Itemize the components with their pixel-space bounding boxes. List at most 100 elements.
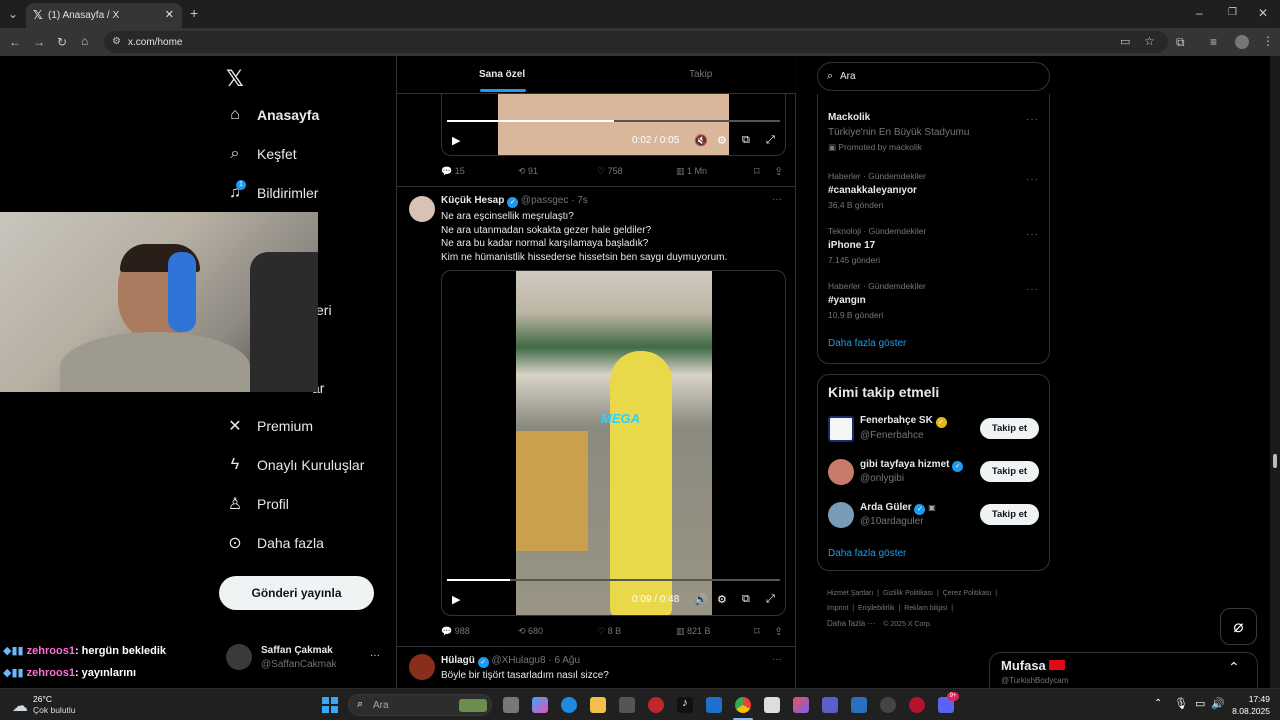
footer-link[interactable]: Hizmet Şartları	[827, 590, 873, 597]
obs-icon[interactable]	[880, 697, 896, 713]
tweet1-fullscreen-icon[interactable]: ⤢	[766, 134, 775, 147]
site-info-icon[interactable]: ⚙	[112, 35, 121, 49]
teams-icon[interactable]	[822, 697, 838, 713]
gibi-avatar[interactable]	[828, 459, 854, 485]
tweet2-pip-icon[interactable]: ⧉	[742, 593, 750, 606]
follow-button[interactable]: Takip et	[980, 418, 1039, 439]
trend-item[interactable]: Haberler · Gündemdekiler #canakkaleyanıy…	[828, 171, 1043, 210]
url-field[interactable]: ⚙ x.com/home ▭ ☆	[104, 31, 1168, 53]
discord-icon[interactable]: 9+	[938, 692, 959, 713]
tweet1-repost[interactable]: ⟲ 91	[518, 166, 538, 177]
taskbar-search[interactable]: ⌕ Ara	[348, 694, 492, 716]
fenerbahce-avatar[interactable]	[828, 416, 854, 442]
bookmark-star-icon[interactable]: ☆	[1144, 34, 1155, 48]
tray-overflow-icon[interactable]: ⌃	[1154, 698, 1162, 709]
scrollbar-thumb[interactable]	[1273, 454, 1277, 468]
messages-drawer[interactable]: Mufasa @TurkishBodycam ⌃	[989, 652, 1258, 688]
tweet2-progress-track[interactable]	[447, 579, 780, 581]
footer-link[interactable]: Erişilebilirlik	[858, 605, 895, 612]
grok-icon[interactable]: ⌀	[1220, 608, 1257, 645]
tweet2-share-icon[interactable]: ⇪	[774, 625, 783, 638]
nav-premium[interactable]: ✕ Premium	[226, 414, 313, 438]
tab-close-icon[interactable]: ✕	[165, 8, 174, 21]
trend-more-icon[interactable]: ···	[1026, 174, 1039, 185]
nav-verified-orgs[interactable]: ϟ Onaylı Kuruluşlar	[226, 453, 365, 477]
tweet1-play-icon[interactable]: ▶	[452, 134, 460, 147]
nav-explore[interactable]: ⌕ Keşfet	[226, 142, 297, 166]
footer-link[interactable]: Imprint	[827, 605, 848, 612]
menu-icon[interactable]: ⋮	[1262, 34, 1274, 48]
trend-item[interactable]: Teknoloji · Gündemdekiler iPhone 17 7.14…	[828, 226, 1043, 265]
tweet1-settings-icon[interactable]: ⚙	[717, 134, 727, 147]
reload-icon[interactable]: ↻	[57, 35, 67, 49]
trend-item[interactable]: Haberler · Gündemdekiler #yangın 10,9 B …	[828, 281, 1043, 320]
page-scrollbar[interactable]	[1270, 56, 1280, 688]
tweet3-time[interactable]: 6 Ağu	[554, 655, 580, 666]
arda-guler-avatar[interactable]	[828, 502, 854, 528]
taskbar-search-input[interactable]: Ara	[373, 700, 389, 711]
tweet2-fullscreen-icon[interactable]: ⤢	[766, 593, 775, 606]
tweet3-handle[interactable]: @XHulagu8	[491, 655, 545, 666]
browser-tab[interactable]: 𝕏 (1) Anasayfa / X ✕	[26, 3, 182, 28]
nav-profile[interactable]: ♙ Profil	[226, 492, 289, 516]
follow-show-more-link[interactable]: Daha fazla göster	[828, 548, 906, 559]
footer-link[interactable]: Gizlilik Politikası	[883, 590, 933, 597]
edge-icon[interactable]	[561, 697, 577, 713]
nav-notifications[interactable]: ♫ 1 Bildirimler	[226, 180, 318, 205]
nav-home[interactable]: ⌂ Anasayfa	[226, 103, 319, 127]
follow-button[interactable]: Takip et	[980, 504, 1039, 525]
file-explorer-icon[interactable]	[590, 697, 606, 713]
red-app-icon[interactable]	[909, 697, 925, 713]
weather-cloud-icon[interactable]: ☁	[12, 696, 28, 716]
search-box[interactable]: ⌕ Ara	[817, 62, 1050, 91]
follow-button[interactable]: Takip et	[980, 461, 1039, 482]
tweet2-more-icon[interactable]: ···	[772, 194, 782, 205]
copilot-icon[interactable]	[532, 697, 548, 713]
tweet1-mute-icon[interactable]: 🔇	[694, 134, 708, 147]
promoted-trend[interactable]: Mackolik Türkiye'nin En Büyük Stadyumu ▣…	[828, 112, 1043, 153]
forward-icon[interactable]: →	[33, 35, 45, 49]
microphone-icon[interactable]: 🎙	[1174, 697, 1188, 710]
tweet2-settings-icon[interactable]: ⚙	[717, 593, 727, 606]
store-icon[interactable]	[619, 697, 635, 713]
outlook-icon[interactable]	[706, 697, 722, 713]
nav-more[interactable]: ⊙ Daha fazla	[226, 531, 324, 555]
follow-name[interactable]: gibi tayfaya hizmet ✓	[860, 459, 964, 472]
clock[interactable]: 17:49 8.08.2025	[1230, 694, 1270, 716]
tab-for-you[interactable]: Sana özel	[479, 69, 525, 80]
trend-more-icon[interactable]: ···	[1026, 284, 1039, 295]
tab-following[interactable]: Takip	[689, 69, 712, 80]
tweet3-author[interactable]: Hülagü	[441, 655, 475, 666]
tweet1-video[interactable]: ▶ 0:02 / 0:05 🔇 ⚙ ⧉ ⤢	[441, 94, 786, 156]
account-menu-icon[interactable]: ···	[370, 650, 380, 661]
home-browser-icon[interactable]: ⌂	[81, 34, 88, 48]
restore-icon[interactable]: ❐	[1228, 6, 1237, 20]
profile-avatar[interactable]	[1235, 35, 1249, 49]
x-logo-icon[interactable]: 𝕏	[226, 66, 244, 92]
tweet2-volume-icon[interactable]: 🔊	[694, 593, 708, 606]
tweet2-repost[interactable]: ⟲ 680	[518, 626, 543, 637]
notepad-icon[interactable]	[764, 697, 780, 713]
nav-bookmarks[interactable]: eri	[316, 298, 332, 322]
tweet2-time[interactable]: 7s	[577, 195, 588, 206]
task-view-icon[interactable]	[503, 697, 519, 713]
tweet2-handle[interactable]: @passgec	[521, 195, 568, 206]
extensions-icon[interactable]: ⧉	[1176, 35, 1185, 49]
weather-desc[interactable]: Çok bulutlu	[33, 705, 76, 715]
tweet2-reply[interactable]: 💬 988	[441, 626, 470, 637]
tweet2-like[interactable]: ♡ 8 B	[597, 626, 621, 637]
trends-show-more-link[interactable]: Daha fazla göster	[828, 338, 906, 349]
tweet2-author[interactable]: Küçük Hesap	[441, 195, 504, 206]
tweet2-video[interactable]: MEGA ▶ 0:09 / 0:48 🔊 ⚙ ⧉ ⤢	[441, 270, 786, 616]
opera-icon[interactable]	[648, 697, 664, 713]
minimize-icon[interactable]: –	[1196, 6, 1203, 20]
remote-desktop-icon[interactable]	[851, 697, 867, 713]
tweet1-share-icon[interactable]: ⇪	[774, 165, 783, 178]
tweet1-bookmark-icon[interactable]: ⌑	[754, 165, 760, 178]
studio-icon[interactable]	[793, 697, 809, 713]
footer-link[interactable]: Çerez Politikası	[943, 590, 992, 597]
follow-name[interactable]: Arda Güler ✓ ▣	[860, 502, 936, 515]
tweet1-progress-track[interactable]	[447, 120, 780, 122]
tweet1-reply[interactable]: 💬 15	[441, 166, 465, 177]
footer-link[interactable]: Reklam bilgisi	[904, 605, 947, 612]
